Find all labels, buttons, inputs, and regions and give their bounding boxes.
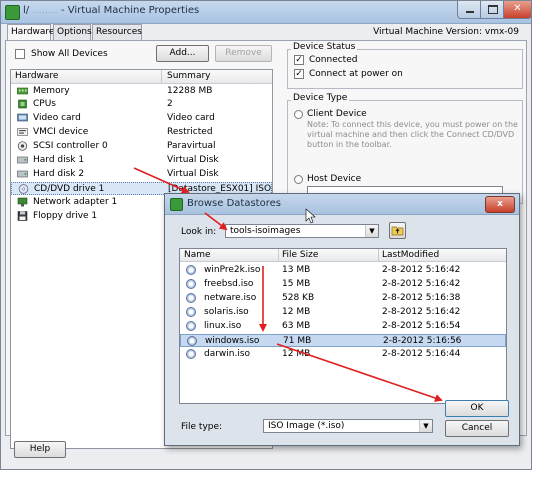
tab-resources[interactable]: Resources	[92, 24, 142, 40]
up-folder-icon	[391, 226, 404, 236]
hard-disk-icon	[17, 170, 28, 178]
column-separator	[378, 249, 379, 261]
maximize-button[interactable]	[480, 1, 504, 19]
window-title: l/ ........ - Virtual Machine Properties	[23, 5, 200, 16]
browse-datastores-dialog: Browse Datastores x Look in: tools-isoim…	[164, 193, 520, 446]
device-type-title: Device Type	[291, 93, 350, 103]
cpu-icon	[18, 99, 27, 109]
hardware-row[interactable]: Hard disk 2 Virtual Disk	[11, 168, 272, 181]
dialog-title-bar[interactable]: Browse Datastores x	[165, 194, 519, 215]
hardware-row[interactable]: CPUs 2	[11, 98, 272, 111]
col-name[interactable]: Name	[184, 250, 211, 260]
show-all-devices-checkbox[interactable]	[15, 49, 25, 59]
file-row[interactable]: solaris.iso 12 MB 2-8-2012 5:16:42	[180, 306, 506, 319]
iso-file-icon	[187, 336, 197, 346]
connect-at-power-on-checkbox[interactable]: ✓	[294, 69, 304, 79]
look-in-select[interactable]: tools-isoimages ▼	[225, 224, 379, 238]
file-row[interactable]: netware.iso 528 KB 2-8-2012 5:16:38	[180, 292, 506, 305]
hardware-table-header: Hardware Summary	[11, 70, 272, 84]
hardware-row[interactable]: Video card Video card	[11, 112, 272, 125]
column-separator	[278, 249, 279, 261]
scsi-controller-icon	[17, 141, 28, 151]
file-row[interactable]: winPre2k.iso 13 MB 2-8-2012 5:16:42	[180, 264, 506, 277]
iso-file-icon	[186, 349, 196, 359]
hardware-row[interactable]: Hard disk 1 Virtual Disk	[11, 154, 272, 167]
column-separator	[161, 70, 162, 83]
file-list-header: Name File Size LastModified	[180, 249, 506, 262]
floppy-icon	[17, 211, 28, 221]
file-row[interactable]: freebsd.iso 15 MB 2-8-2012 5:16:42	[180, 278, 506, 291]
file-type-value: ISO Image (*.iso)	[268, 421, 345, 431]
hardware-row[interactable]: SCSI controller 0 Paravirtual	[11, 140, 272, 153]
blurred-vm-name: ........	[32, 5, 58, 16]
minimize-button[interactable]	[457, 1, 481, 19]
file-row[interactable]: darwin.iso 12 MB 2-8-2012 5:16:44	[180, 348, 506, 361]
file-type-label: File type:	[181, 422, 223, 432]
title-bar[interactable]: l/ ........ - Virtual Machine Properties…	[1, 1, 532, 24]
client-device-radio[interactable]	[294, 110, 303, 119]
memory-icon	[17, 87, 28, 95]
client-device-label: Client Device	[307, 109, 367, 119]
look-in-label: Look in:	[181, 227, 217, 237]
iso-file-icon	[186, 293, 196, 303]
col-last-modified[interactable]: LastModified	[382, 250, 439, 260]
show-all-devices-label: Show All Devices	[31, 49, 108, 59]
connected-label: Connected	[309, 55, 358, 65]
ok-button[interactable]: OK	[445, 400, 509, 417]
add-device-button[interactable]: Add...	[156, 45, 209, 62]
help-button[interactable]: Help	[14, 441, 66, 458]
file-list: Name File Size LastModified winPre2k.iso…	[179, 248, 507, 404]
file-row[interactable]: linux.iso 63 MB 2-8-2012 5:16:54	[180, 320, 506, 333]
video-card-icon	[17, 113, 28, 122]
device-status-title: Device Status	[291, 42, 358, 52]
look-in-value: tools-isoimages	[230, 226, 301, 236]
dialog-close-button[interactable]: x	[485, 196, 515, 213]
datastore-icon	[170, 198, 183, 211]
col-file-size[interactable]: File Size	[282, 250, 318, 260]
host-device-radio[interactable]	[294, 175, 303, 184]
tab-hardware[interactable]: Hardware	[7, 24, 54, 41]
iso-file-icon	[186, 321, 196, 331]
chevron-down-icon: ▼	[365, 225, 378, 237]
vm-version: Virtual Machine Version: vmx-09	[373, 27, 519, 37]
host-device-label: Host Device	[307, 174, 362, 184]
dialog-title: Browse Datastores	[187, 198, 281, 209]
close-button[interactable]: ✕	[503, 1, 532, 19]
file-type-select[interactable]: ISO Image (*.iso) ▼	[263, 419, 433, 433]
vm-icon	[5, 5, 20, 20]
iso-file-icon	[186, 279, 196, 289]
connected-checkbox[interactable]: ✓	[294, 55, 304, 65]
client-device-note: Note: To connect this device, you must p…	[307, 120, 518, 149]
col-hardware[interactable]: Hardware	[15, 71, 58, 81]
cancel-button[interactable]: Cancel	[445, 420, 509, 437]
tab-options[interactable]: Options	[53, 24, 92, 40]
iso-file-icon	[186, 307, 196, 317]
iso-file-icon	[186, 265, 196, 275]
vmci-icon	[17, 128, 28, 136]
hard-disk-icon	[17, 156, 28, 164]
col-summary[interactable]: Summary	[167, 71, 211, 81]
remove-device-button[interactable]: Remove	[215, 45, 272, 62]
network-adapter-icon	[17, 197, 28, 207]
chevron-down-icon: ▼	[419, 420, 432, 432]
hardware-row[interactable]: Memory 12288 MB	[11, 85, 272, 98]
up-folder-button[interactable]	[389, 222, 406, 239]
cd-dvd-icon	[18, 184, 29, 194]
file-row-selected[interactable]: windows.iso 71 MB 2-8-2012 5:16:56	[180, 334, 506, 347]
hardware-row[interactable]: VMCI device Restricted	[11, 126, 272, 139]
connect-at-power-on-label: Connect at power on	[309, 69, 403, 79]
